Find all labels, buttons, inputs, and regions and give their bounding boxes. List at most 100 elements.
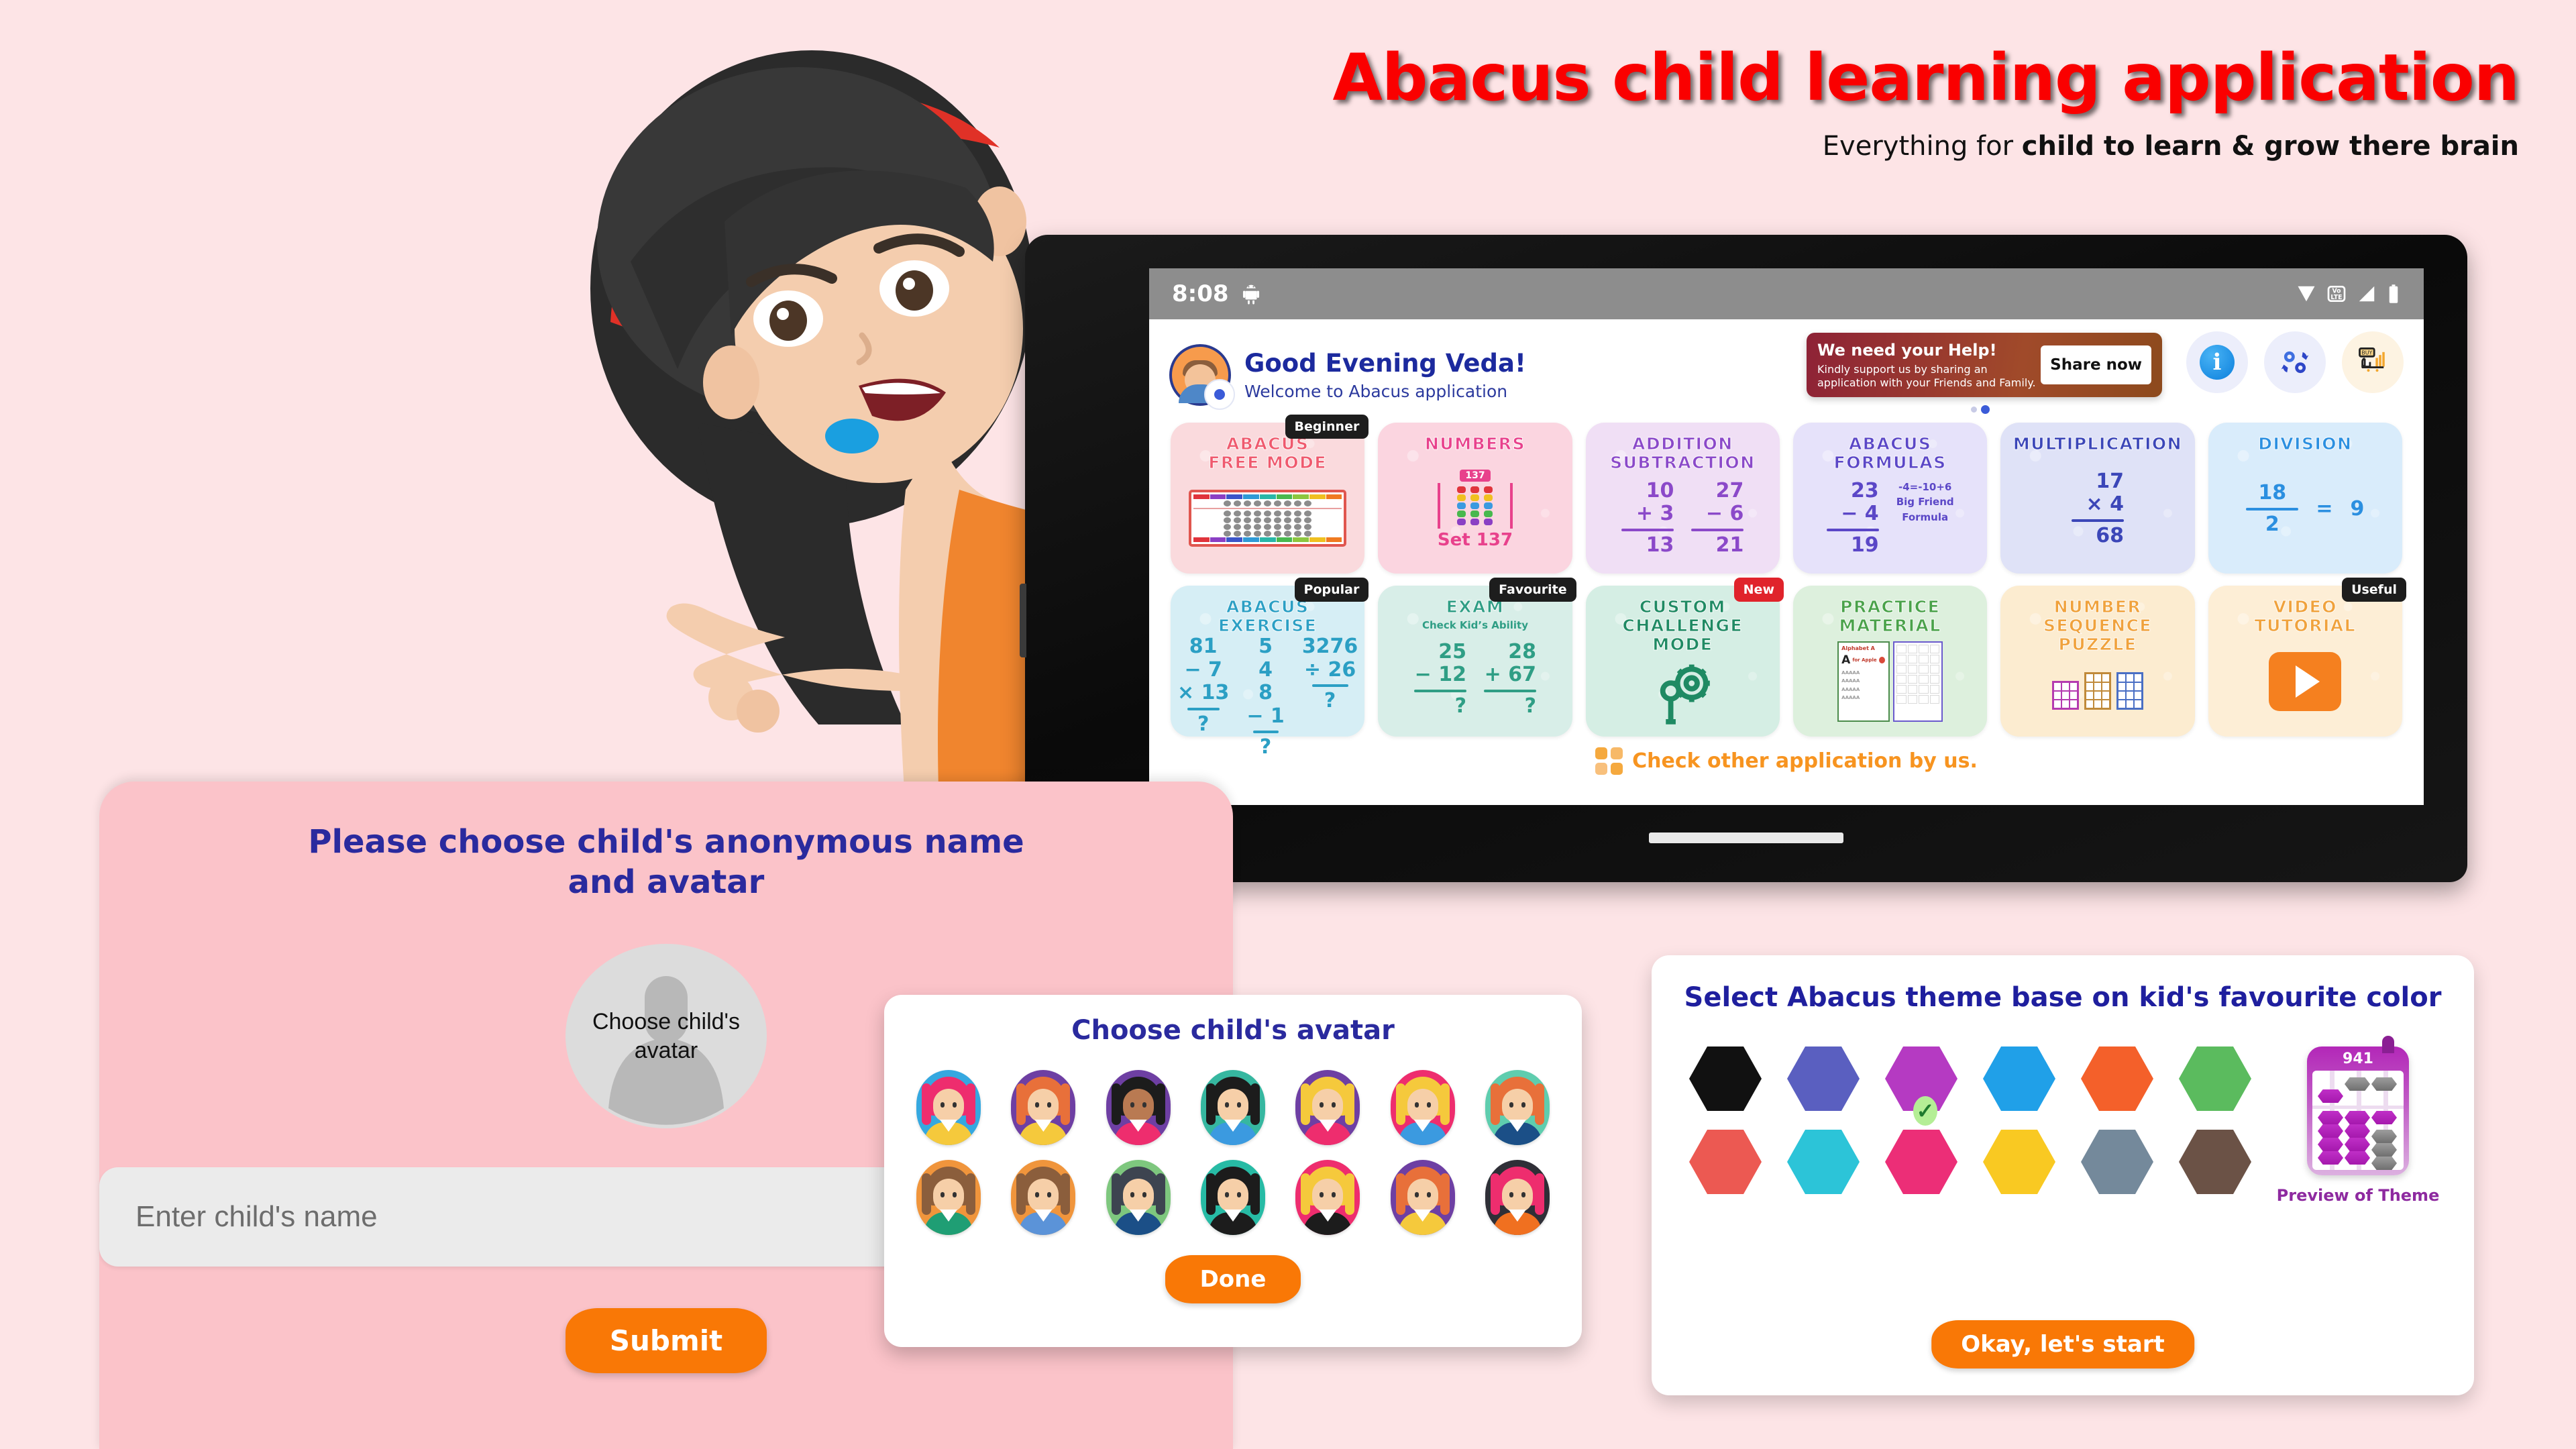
card-grid-row-1: Beginner ABACUS FREE MODE NUMBERS 137 Set… [1149, 415, 2424, 574]
card-artwork [1176, 472, 1359, 564]
choose-avatar-label: Choose child's avatar [592, 1009, 741, 1063]
card-artwork: 23 − 4 19 -4=-10+6 Big Friend Formula [1799, 472, 1982, 564]
avatar-option[interactable] [1011, 1160, 1076, 1235]
battery-icon [2389, 284, 2398, 303]
onboarding-title: Please choose child's anonymous name and… [308, 823, 1024, 901]
volte-icon: VoLTE [2327, 286, 2346, 302]
help-banner-title: We need your Help! [1817, 340, 1997, 360]
card-title: CUSTOM CHALLENGE MODE [1622, 597, 1743, 654]
card-badge: Favourite [1489, 578, 1576, 602]
swatch-row [1689, 1130, 2274, 1194]
swatch-row: ✓ [1689, 1046, 2274, 1126]
app-card[interactable]: Beginner ABACUS FREE MODE [1171, 415, 1369, 574]
card-title: NUMBER SEQUENCE PUZZLE [2043, 597, 2153, 654]
app-card[interactable]: PRACTICE MATERIAL Alphabet A Afor Apple A… [1793, 586, 1988, 737]
avatar-option[interactable] [1106, 1160, 1171, 1235]
color-swatch[interactable] [1689, 1130, 1762, 1194]
app-card[interactable]: DIVISION 18 2 = 9 [2208, 423, 2402, 574]
color-swatch[interactable] [1983, 1046, 2055, 1111]
avatar-dialog-title: Choose child's avatar [1071, 1015, 1395, 1046]
card-badge: Popular [1294, 578, 1369, 602]
buy-cart-icon: BUY [2359, 347, 2385, 372]
color-swatch[interactable] [2179, 1130, 2251, 1194]
app-card[interactable]: Favourite EXAM Check Kid’s Ability 25 − … [1378, 578, 1576, 737]
buy-button[interactable]: BUY [2342, 331, 2404, 393]
avatar-option[interactable] [1200, 1160, 1265, 1235]
avatar-row [916, 1160, 1550, 1235]
help-banner[interactable]: We need your Help! Kindly support us by … [1807, 333, 2162, 397]
svg-text:BUY: BUY [2361, 350, 2372, 356]
settings-button[interactable] [2264, 331, 2326, 393]
card-title: ADDITION SUBTRACTION [1610, 434, 1756, 472]
color-swatch[interactable]: ✓ [1885, 1046, 1957, 1126]
card-title: MULTIPLICATION [2012, 434, 2183, 453]
tablet-screen: 8:08 Vo LTE Good Evening Veda! Welcome t… [1149, 268, 2424, 805]
card-artwork: 137 Set 137 [1437, 469, 1513, 550]
app-card[interactable]: NUMBERS 137 Set 137 [1378, 423, 1572, 574]
color-swatch[interactable] [2179, 1046, 2251, 1111]
app-card[interactable]: ADDITION SUBTRACTION 10 + 3 13 27 − 6 21 [1585, 423, 1780, 574]
avatar-rows [916, 1070, 1550, 1235]
app-header: Good Evening Veda! Welcome to Abacus app… [1149, 319, 2424, 420]
color-swatch[interactable] [1787, 1046, 1860, 1111]
android-icon [1242, 284, 1259, 305]
app-card[interactable]: Popular ABACUS EXERCISE 81− 7 × 13? 5 4 8− 1… [1171, 578, 1369, 759]
done-button[interactable]: Done [1165, 1255, 1301, 1303]
info-button[interactable]: i [2186, 331, 2248, 393]
subtitle-bold: child to learn & grow there brain [2021, 131, 2519, 162]
okay-lets-start-button[interactable]: Okay, let's start [1931, 1320, 2194, 1368]
app-card[interactable]: Useful VIDEO TUTORIAL [2208, 578, 2406, 737]
color-swatch[interactable] [1983, 1130, 2055, 1194]
status-time: 8:08 [1172, 280, 1229, 307]
app-card[interactable]: New CUSTOM CHALLENGE MODE [1585, 578, 1784, 737]
abacus-knob [2382, 1036, 2394, 1053]
android-status-bar: 8:08 Vo LTE [1149, 268, 2424, 319]
avatar-option[interactable] [1011, 1070, 1076, 1145]
user-avatar[interactable] [1169, 344, 1235, 410]
app-card[interactable]: NUMBER SEQUENCE PUZZLE [2000, 586, 2195, 737]
tablet-side-button[interactable] [1020, 584, 1026, 657]
avatar-option[interactable] [1200, 1070, 1265, 1145]
carousel-dots [1971, 405, 1990, 414]
color-swatch[interactable] [2081, 1046, 2153, 1111]
svg-text:LTE: LTE [2330, 294, 2342, 301]
avatar-option[interactable] [1295, 1160, 1360, 1235]
avatar-option[interactable] [1485, 1160, 1550, 1235]
avatar-option[interactable] [1390, 1070, 1455, 1145]
greeting-text: Good Evening Veda! [1244, 349, 1526, 378]
help-banner-body: Kindly support us by sharing an applicat… [1817, 362, 2036, 389]
carousel-dot-active[interactable] [1981, 405, 1990, 414]
avatar-option[interactable] [1106, 1070, 1171, 1145]
home-indicator[interactable] [1649, 833, 1843, 843]
card-title: NUMBERS [1424, 434, 1525, 453]
card-artwork: Alphabet A Afor Apple AAAAA AAAAA AAAAA AAA… [1799, 635, 1982, 727]
subtitle-plain: Everything for [1822, 131, 2022, 162]
color-swatch[interactable] [2081, 1130, 2153, 1194]
submit-button[interactable]: Submit [565, 1308, 767, 1373]
card-grid-row-2: Popular ABACUS EXERCISE 81− 7 × 13? 5 4 8− 1… [1149, 578, 2424, 759]
card-badge: Useful [2342, 578, 2406, 602]
avatar-option[interactable] [1485, 1070, 1550, 1145]
avatar-option[interactable] [1295, 1070, 1360, 1145]
selected-check-icon: ✓ [1913, 1096, 1937, 1126]
color-swatch[interactable] [1787, 1130, 1860, 1194]
choose-avatar-button[interactable]: Choose child's avatar [566, 944, 767, 1128]
avatar-edit-badge[interactable] [1204, 379, 1235, 410]
apps-grid-icon [1595, 747, 1623, 775]
header-actions: i BUY [2186, 331, 2404, 393]
avatar-option[interactable] [916, 1070, 981, 1145]
avatar-option[interactable] [1390, 1160, 1455, 1235]
avatar-option[interactable] [916, 1160, 981, 1235]
theme-preview: 941 Preview of Theme [2274, 1036, 2442, 1205]
color-swatch[interactable] [1689, 1046, 1762, 1111]
card-title: ABACUS FORMULAS [1833, 434, 1947, 472]
card-artwork: 10 + 3 13 27 − 6 21 [1591, 472, 1774, 564]
badge-dot [1214, 389, 1225, 400]
app-card[interactable]: ABACUS FORMULAS 23 − 4 19 -4=-10+6 Big Fri… [1793, 423, 1988, 574]
card-artwork: 17 × 4 68 [2006, 453, 2189, 564]
preview-of-theme-label: Preview of Theme [2276, 1186, 2440, 1205]
color-swatch[interactable] [1885, 1130, 1957, 1194]
share-now-button[interactable]: Share now [2041, 345, 2151, 384]
carousel-dot[interactable] [1971, 407, 1977, 413]
app-card[interactable]: MULTIPLICATION 17 × 4 68 [2000, 423, 2195, 574]
